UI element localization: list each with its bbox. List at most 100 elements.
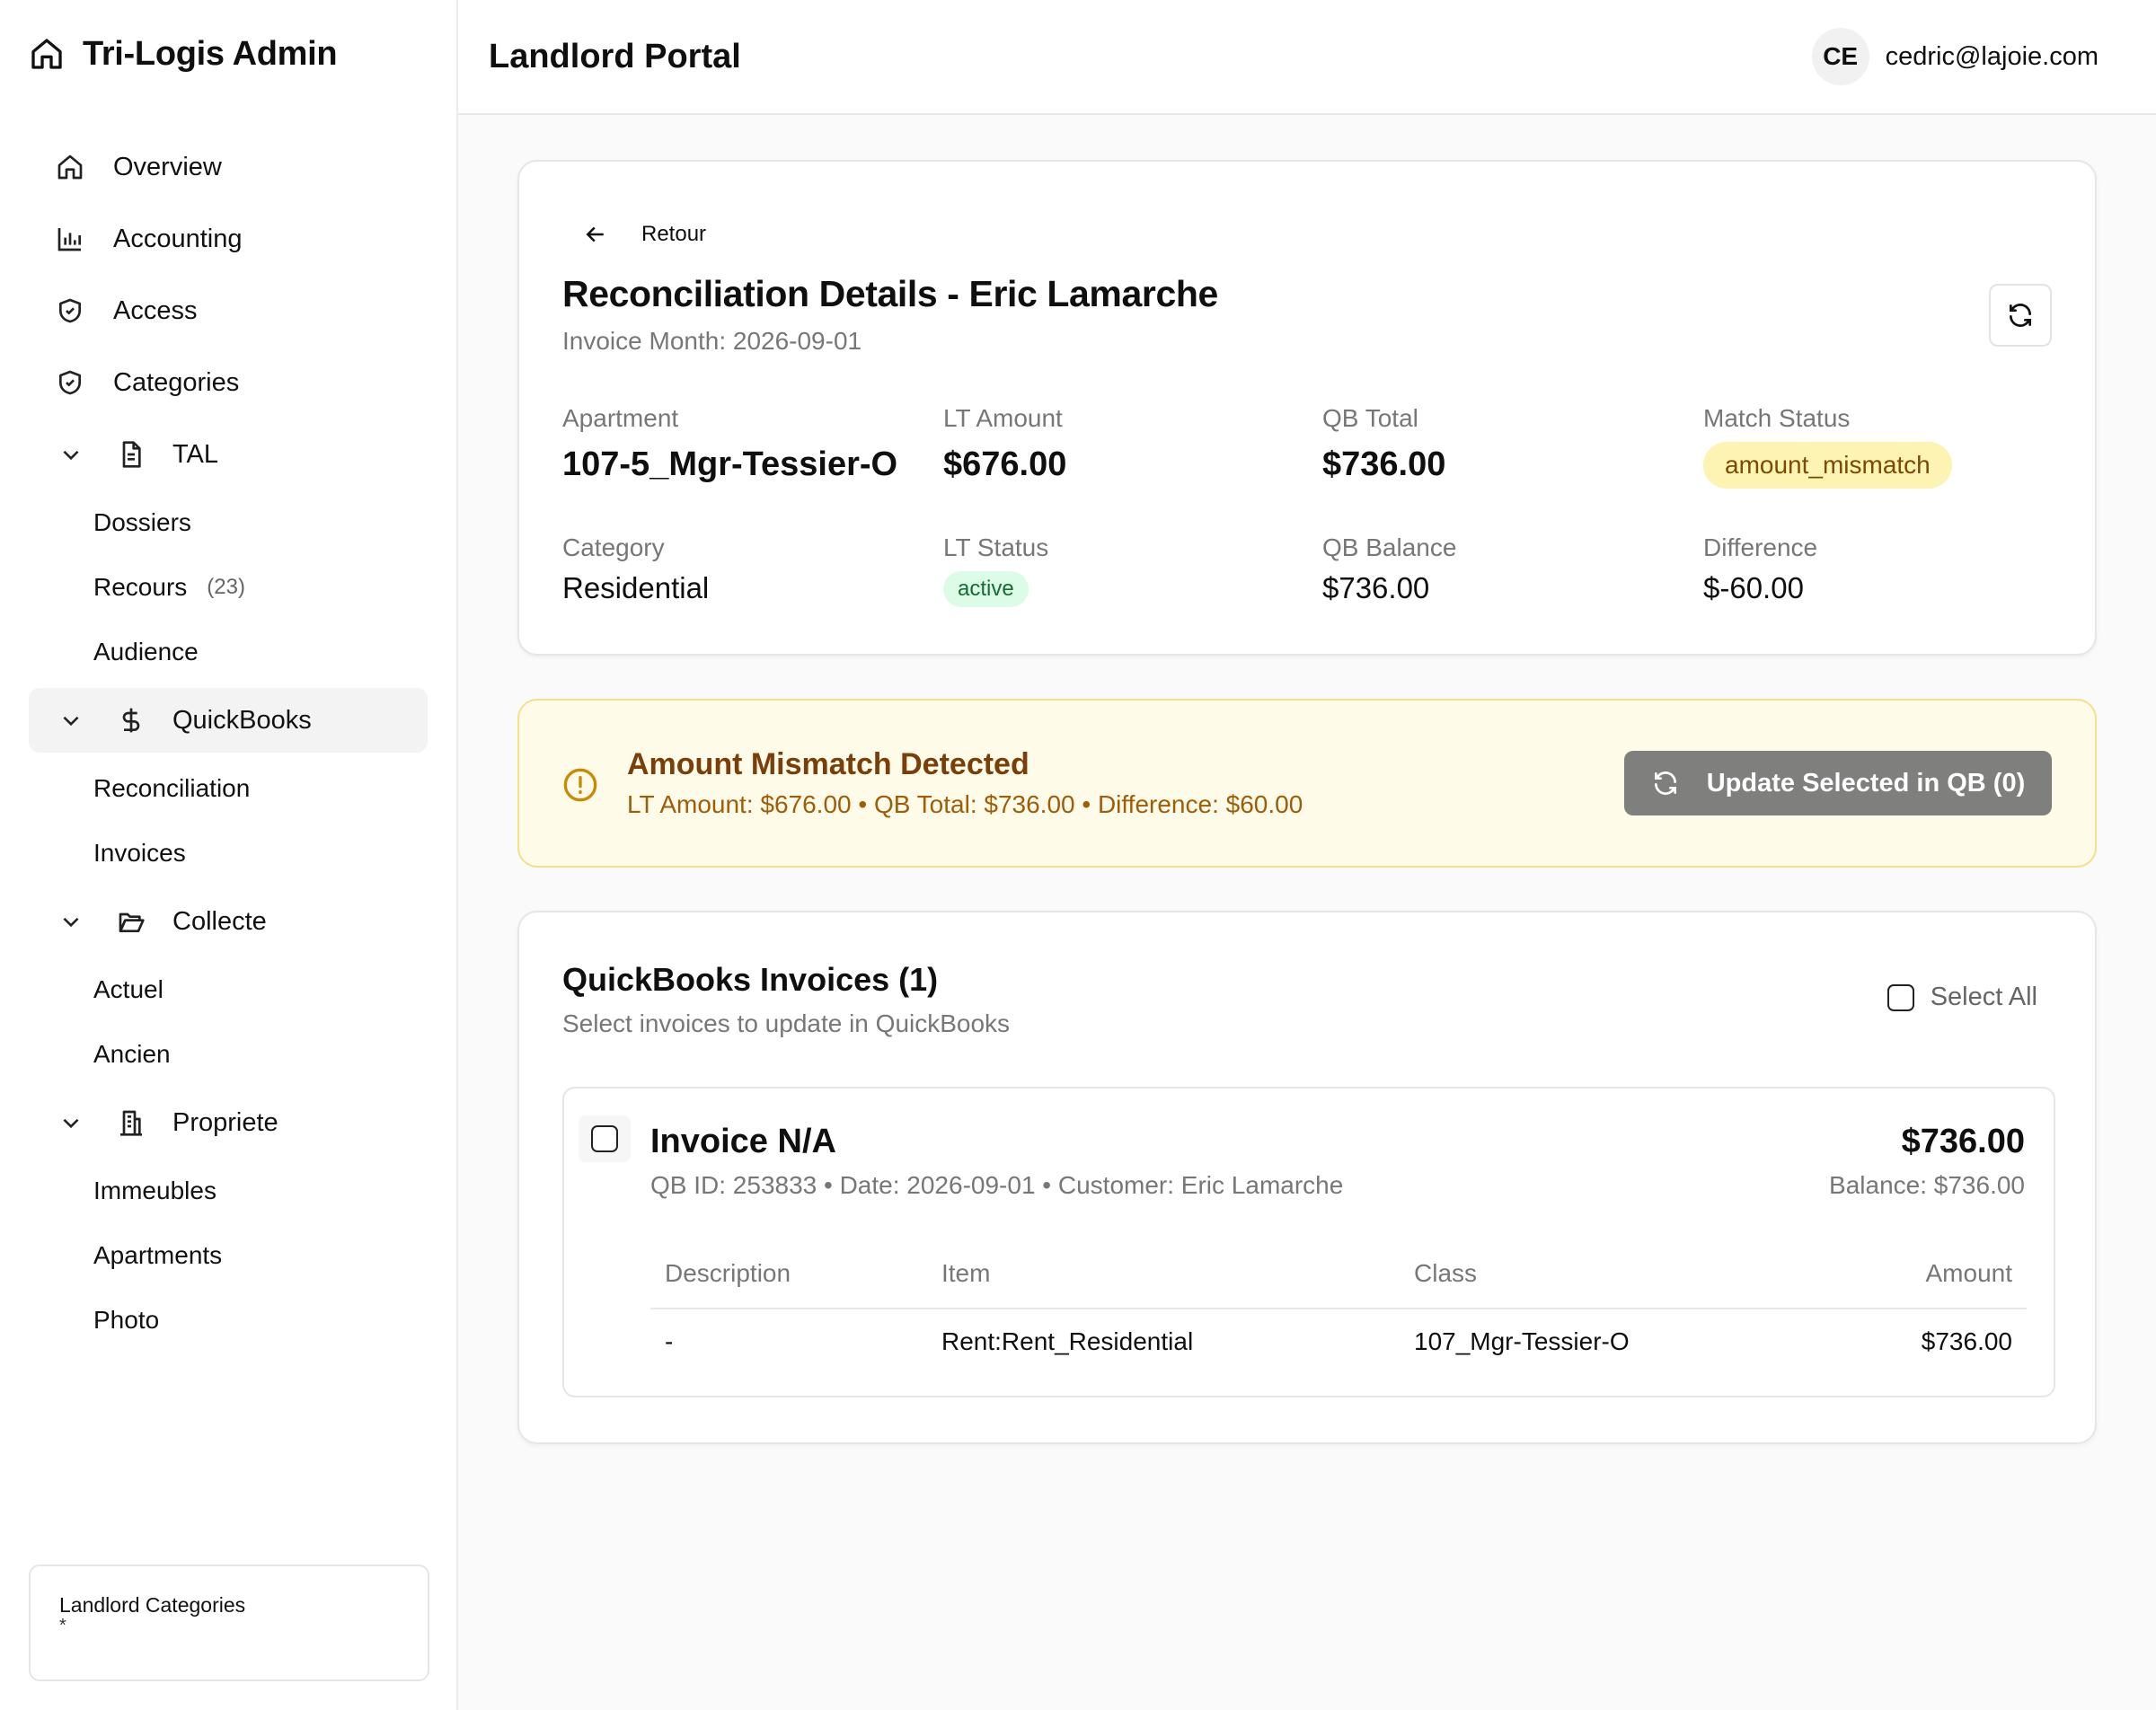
sidebar-item-access[interactable]: Access	[29, 278, 428, 343]
chevron-down-icon	[63, 1118, 79, 1129]
field-label: LT Amount	[943, 404, 1063, 432]
footer-subtitle: *	[59, 1616, 66, 1635]
building-icon	[120, 1110, 142, 1136]
alert-title: Amount Mismatch Detected	[627, 747, 1029, 781]
lt-status-field: LT Status active	[943, 533, 1321, 607]
user-menu[interactable]: CE cedric@lajoie.com	[1811, 28, 2099, 85]
mismatch-alert: Amount Mismatch Detected LT Amount: $676…	[517, 699, 2097, 868]
sidebar-group-label: QuickBooks	[172, 705, 312, 735]
section-title: QuickBooks Invoices (1)	[562, 961, 939, 998]
sidebar-item-actuel[interactable]: Actuel	[29, 961, 428, 1018]
column-header: Amount	[1925, 1259, 2013, 1287]
refresh-icon	[1654, 771, 1676, 795]
lt-amount-field: LT Amount $676.00	[943, 404, 1321, 484]
difference-value: $-60.00	[1703, 571, 1804, 604]
topbar: Landlord Portal CE cedric@lajoie.com	[458, 0, 2156, 115]
sidebar-footer-card[interactable]: Landlord Categories *	[29, 1565, 429, 1681]
alert-circle-icon	[563, 768, 597, 802]
sidebar-item-apartments[interactable]: Apartments	[29, 1227, 428, 1284]
sidebar-item-photo[interactable]: Photo	[29, 1291, 428, 1349]
column-header: Description	[665, 1259, 791, 1287]
qb-balance-value: $736.00	[1322, 571, 1430, 604]
sidebar-nav: Overview Accounting Access Categories TA…	[29, 135, 428, 1356]
sidebar-item-ancien[interactable]: Ancien	[29, 1026, 428, 1083]
shield-check-icon	[59, 298, 81, 323]
avatar[interactable]: CE	[1811, 28, 1869, 85]
field-label: QB Total	[1322, 404, 1418, 432]
status-badge: amount_mismatch	[1703, 442, 1952, 489]
alert-description: LT Amount: $676.00 • QB Total: $736.00 •…	[627, 790, 1303, 818]
sidebar-item-dossiers[interactable]: Dossiers	[29, 494, 428, 551]
sidebar-item-overview[interactable]: Overview	[29, 135, 428, 199]
sidebar-group-quickbooks[interactable]: QuickBooks	[29, 688, 428, 753]
update-selected-button[interactable]: Update Selected in QB (0)	[1624, 751, 2052, 815]
invoice-item: Invoice N/A QB ID: 253833 • Date: 2026-0…	[562, 1087, 2055, 1397]
field-label: Match Status	[1703, 404, 1851, 432]
sidebar-item-label: Ancien	[93, 1040, 171, 1068]
category-field: Category Residential	[562, 533, 940, 605]
match-status-field: Match Status amount_mismatch	[1703, 404, 2081, 489]
apartment-field: Apartment 107-5_Mgr-Tessier-O	[562, 404, 940, 484]
sidebar-item-label: Immeubles	[93, 1177, 216, 1204]
brand-title: Tri-Logis Admin	[83, 34, 338, 73]
chevron-down-icon	[63, 917, 79, 928]
sidebar-item-reconciliation[interactable]: Reconciliation	[29, 760, 428, 817]
sidebar-group-propriete[interactable]: Propriete	[29, 1090, 428, 1155]
field-label: QB Balance	[1322, 533, 1457, 561]
reconciliation-details-card: Retour Reconciliation Details - Eric Lam…	[517, 160, 2097, 656]
line-class: 107_Mgr-Tessier-O	[1414, 1327, 1630, 1355]
refresh-button[interactable]	[1989, 284, 2052, 347]
folder-open-icon	[119, 912, 145, 932]
sidebar-item-label: Overview	[113, 152, 222, 181]
invoice-title: Invoice N/A	[650, 1123, 836, 1160]
bar-chart-icon	[57, 228, 81, 251]
field-label: Category	[562, 533, 665, 561]
chevron-down-icon	[63, 450, 79, 461]
field-label: Apartment	[562, 404, 679, 432]
quickbooks-invoices-card: QuickBooks Invoices (1) Select invoices …	[517, 911, 2097, 1444]
brand[interactable]: Tri-Logis Admin	[0, 0, 456, 108]
sidebar-item-accounting[interactable]: Accounting	[29, 207, 428, 271]
lt-amount-value: $676.00	[943, 445, 1067, 483]
chevron-down-icon	[63, 716, 79, 727]
qb-total-value: $736.00	[1322, 445, 1446, 483]
sidebar-item-label: Categories	[113, 367, 240, 397]
sidebar-item-invoices[interactable]: Invoices	[29, 824, 428, 882]
sidebar-group-tal[interactable]: TAL	[29, 422, 428, 487]
back-label: Retour	[641, 222, 707, 246]
select-all-label: Select All	[1930, 983, 2037, 1011]
sidebar-item-label: Recours	[93, 573, 188, 601]
button-label: Update Selected in QB (0)	[1706, 768, 2026, 798]
sidebar-item-label: Apartments	[93, 1241, 223, 1269]
qb-total-field: QB Total $736.00	[1322, 404, 1700, 484]
invoice-balance: Balance: $736.00	[1829, 1171, 2025, 1199]
sidebar-item-immeubles[interactable]: Immeubles	[29, 1162, 428, 1220]
sidebar-item-label: Reconciliation	[93, 774, 251, 802]
sidebar-item-label: Dossiers	[93, 508, 191, 536]
sidebar-item-audience[interactable]: Audience	[29, 623, 428, 681]
sidebar-item-label: Invoices	[93, 839, 186, 867]
invoice-amount: $736.00	[1901, 1123, 2025, 1160]
details-title: Reconciliation Details - Eric Lamarche	[562, 273, 1218, 314]
invoice-meta: QB ID: 253833 • Date: 2026-09-01 • Custo…	[650, 1171, 1344, 1199]
sidebar-item-label: Actuel	[93, 975, 163, 1003]
line-item: Rent:Rent_Residential	[941, 1327, 1194, 1355]
main-content: Landlord Portal CE cedric@lajoie.com Ret…	[458, 0, 2156, 1710]
back-link[interactable]: Retour	[582, 221, 706, 248]
select-all-checkbox[interactable]: Select All	[1886, 983, 2037, 1012]
section-subtitle: Select invoices to update in QuickBooks	[562, 1009, 1011, 1037]
sidebar-group-label: Collecte	[172, 906, 267, 936]
field-label: Difference	[1703, 533, 1818, 561]
shield-check-icon	[59, 370, 81, 395]
sidebar: Tri-Logis Admin Overview Accounting Acce…	[0, 0, 458, 1710]
dollar-icon	[122, 708, 140, 733]
checkbox[interactable]	[1886, 983, 1914, 1011]
home-icon	[57, 154, 83, 180]
arrow-left-icon	[586, 226, 604, 242]
sidebar-item-categories[interactable]: Categories	[29, 350, 428, 415]
sidebar-group-collecte[interactable]: Collecte	[29, 889, 428, 954]
sidebar-item-recours[interactable]: Recours (23)	[29, 559, 428, 616]
field-label: LT Status	[943, 533, 1049, 561]
invoice-checkbox-wrap[interactable]	[579, 1115, 631, 1162]
invoice-checkbox[interactable]	[591, 1125, 618, 1152]
